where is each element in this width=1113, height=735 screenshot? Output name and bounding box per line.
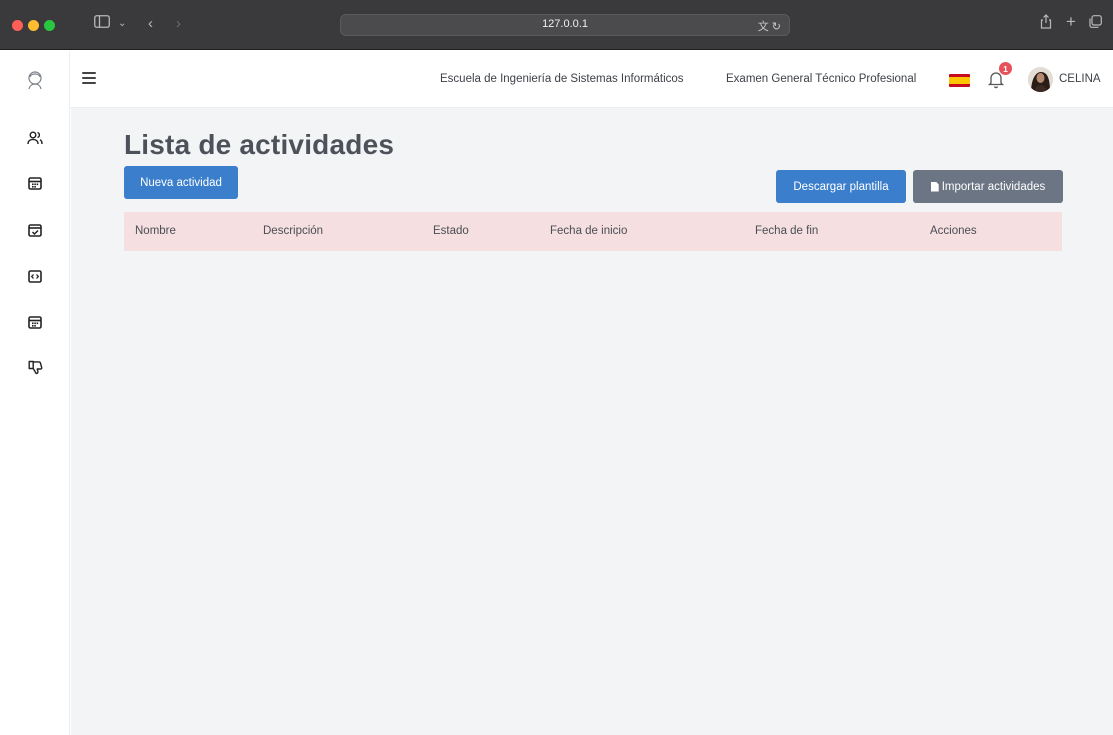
new-activity-button[interactable]: Nueva actividad: [124, 166, 238, 199]
calendar-icon[interactable]: [25, 312, 45, 332]
calendar-check-icon[interactable]: [25, 220, 45, 240]
app-logo-icon[interactable]: [24, 69, 46, 91]
share-icon[interactable]: [1040, 14, 1052, 35]
url-text: 127.0.0.1: [542, 18, 588, 30]
address-bar[interactable]: 127.0.0.1 文 ↻: [340, 14, 790, 36]
column-header-status[interactable]: Estado: [433, 225, 469, 237]
file-icon: [930, 181, 939, 192]
users-icon[interactable]: [25, 128, 45, 148]
new-tab-icon[interactable]: +: [1066, 12, 1076, 32]
menu-icon[interactable]: [82, 72, 96, 84]
import-activities-button[interactable]: Importar actividades: [913, 170, 1063, 203]
top-header: Escuela de Ingeniería de Sistemas Inform…: [70, 51, 1113, 108]
notification-badge: 1: [999, 62, 1012, 75]
forward-icon[interactable]: ›: [176, 14, 181, 34]
table-header: Nombre Descripción Estado Fecha de inici…: [124, 212, 1062, 251]
avatar[interactable]: [1028, 67, 1053, 92]
column-header-name[interactable]: Nombre: [135, 225, 176, 237]
sidebar-rail: [0, 51, 70, 735]
close-window-button[interactable]: [12, 20, 23, 31]
user-name[interactable]: CELINA: [1059, 73, 1101, 85]
calendar-icon[interactable]: [25, 173, 45, 193]
maximize-window-button[interactable]: [44, 20, 55, 31]
download-template-button[interactable]: Descargar plantilla: [776, 170, 906, 203]
translate-reload-icon[interactable]: 文 ↻: [758, 18, 781, 34]
spain-flag-icon[interactable]: [949, 74, 970, 87]
tabs-overview-icon[interactable]: [1089, 14, 1102, 34]
school-link[interactable]: Escuela de Ingeniería de Sistemas Inform…: [440, 73, 684, 85]
column-header-end-date[interactable]: Fecha de fin: [755, 225, 818, 237]
column-header-start-date[interactable]: Fecha de inicio: [550, 225, 627, 237]
back-icon[interactable]: ‹: [148, 14, 153, 34]
exam-link[interactable]: Examen General Técnico Profesional: [726, 73, 916, 85]
minimize-window-button[interactable]: [28, 20, 39, 31]
browser-toolbar: ⌄ ‹ › 127.0.0.1 文 ↻ +: [0, 0, 1113, 50]
import-activities-label: Importar actividades: [941, 180, 1046, 193]
main-content: Lista de actividades Nueva actividad Des…: [71, 108, 1113, 735]
column-header-description[interactable]: Descripción: [263, 225, 323, 237]
code-box-icon[interactable]: [25, 266, 45, 286]
page-title: Lista de actividades: [124, 129, 395, 160]
column-header-actions[interactable]: Acciones: [930, 225, 977, 237]
thumbs-down-icon[interactable]: [25, 357, 45, 377]
sidebar-toggle-icon[interactable]: [94, 14, 110, 34]
chevron-down-icon[interactable]: ⌄: [118, 14, 126, 34]
